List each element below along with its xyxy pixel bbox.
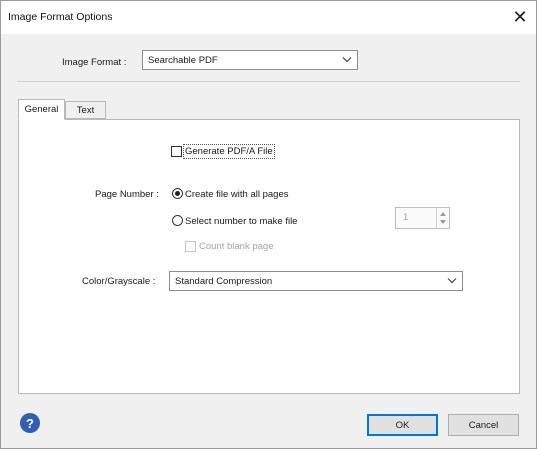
stepper-buttons[interactable] [436, 208, 449, 228]
image-format-label: Image Format : [62, 57, 127, 68]
ok-button-label: OK [395, 419, 410, 431]
color-grayscale-value: Standard Compression [175, 275, 273, 287]
page-number-stepper[interactable]: 1 [395, 207, 450, 229]
page-number-value: 1 [403, 212, 409, 223]
help-icon[interactable]: ? [20, 413, 40, 433]
radio-select-number[interactable] [172, 215, 183, 226]
generate-pdfa-label[interactable]: Generate PDF/A File [185, 146, 273, 157]
count-blank-checkbox[interactable] [185, 241, 196, 252]
general-panel [18, 119, 520, 394]
image-format-value: Searchable PDF [148, 54, 218, 66]
dialog-window: Image Format Options ✕ Image Format : Se… [0, 0, 537, 449]
color-grayscale-select[interactable]: Standard Compression [169, 271, 463, 291]
title-bar: Image Format Options ✕ [1, 1, 536, 34]
tab-general[interactable]: General [18, 99, 65, 120]
tab-text[interactable]: Text [65, 101, 106, 119]
chevron-down-icon [342, 57, 352, 63]
stepper-up-icon[interactable] [440, 212, 446, 216]
color-grayscale-label: Color/Grayscale : [82, 276, 156, 287]
cancel-button[interactable]: Cancel [448, 414, 519, 436]
cancel-button-label: Cancel [468, 419, 499, 431]
close-icon[interactable]: ✕ [508, 5, 532, 29]
radio-selected-dot [175, 191, 180, 196]
tab-general-label: General [24, 104, 59, 115]
dialog-title: Image Format Options [8, 11, 113, 23]
image-format-select[interactable]: Searchable PDF [142, 50, 358, 70]
tab-text-label: Text [76, 104, 95, 116]
stepper-down-icon[interactable] [440, 220, 446, 224]
separator [17, 81, 520, 82]
radio-all-pages[interactable] [172, 188, 183, 199]
chevron-down-icon [447, 278, 457, 284]
ok-button[interactable]: OK [367, 414, 438, 436]
generate-pdfa-checkbox[interactable] [171, 146, 182, 157]
page-number-label: Page Number : [95, 189, 159, 200]
radio-select-number-label[interactable]: Select number to make file [185, 216, 297, 227]
count-blank-label: Count blank page [199, 241, 274, 252]
radio-all-pages-label[interactable]: Create file with all pages [185, 189, 289, 200]
